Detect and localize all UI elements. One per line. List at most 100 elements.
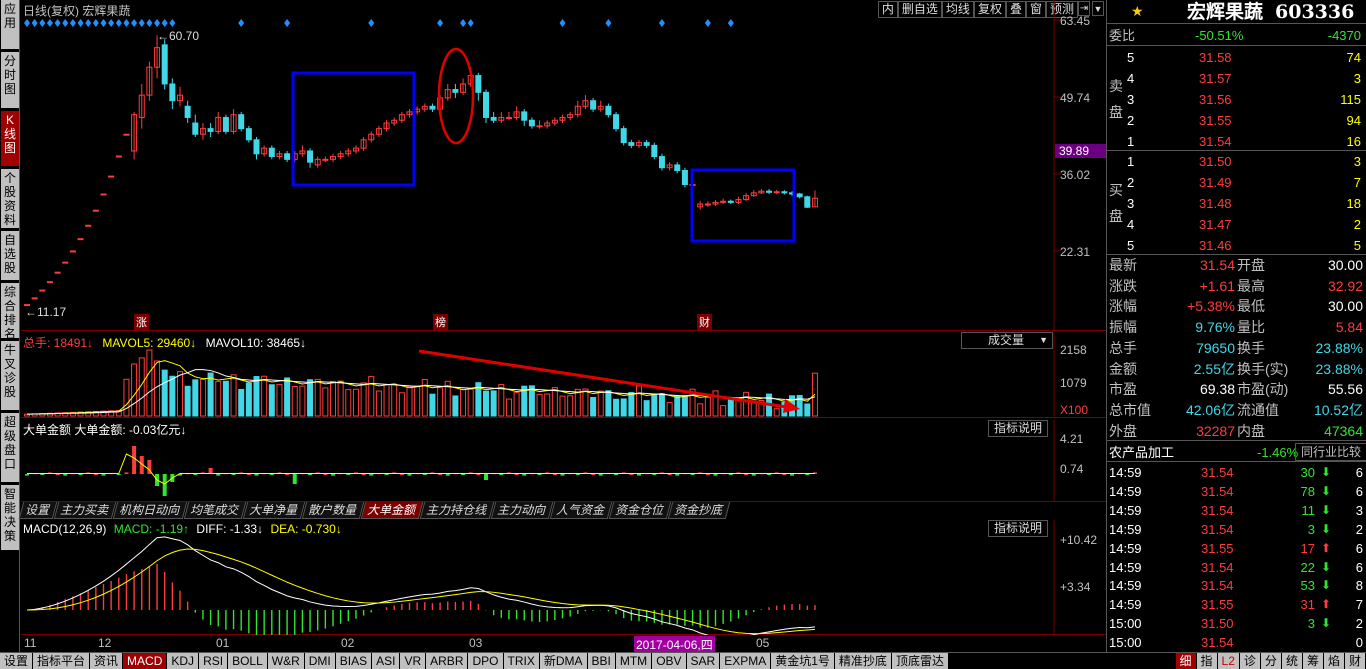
buy-row-2[interactable]: 2 31.49 7 (1125, 172, 1366, 193)
indicator-tab-6[interactable]: BOLL (228, 653, 268, 669)
candle-body (727, 200, 734, 203)
low-price-mark: ←11.17 (25, 305, 67, 319)
sell-row-1[interactable]: 1 31.54 16 (1125, 131, 1366, 152)
sell-row-4[interactable]: 4 31.57 3 (1125, 68, 1366, 89)
quote-value: 79650 (1196, 339, 1235, 356)
left-tab-3[interactable]: 个股资料 (1, 169, 19, 229)
indicator-tab-9[interactable]: BIAS (335, 653, 373, 669)
buy-row-3[interactable]: 3 31.48 18 (1125, 193, 1366, 214)
candle-body (31, 297, 38, 300)
indicator-tab-2[interactable]: 资讯 (90, 653, 124, 669)
left-tab-8[interactable]: 智能决策 (1, 485, 19, 551)
indicator-tab-10[interactable]: ASI (372, 653, 401, 669)
industry-compare-button[interactable]: 同行业比较 (1294, 443, 1366, 461)
right-panel-tab-5[interactable]: 统 (1281, 653, 1303, 669)
indicator-tab-13[interactable]: DPO (468, 653, 504, 669)
right-panel-tab-0[interactable]: 细 (1175, 653, 1197, 669)
volume-panel[interactable]: 总手: 18491↓ MAVOL5: 29460↓ MAVOL10: 38465… (21, 332, 1106, 418)
indicator-tab-19[interactable]: SAR (686, 653, 721, 669)
sell-row-5[interactable]: 5 31.58 74 (1125, 47, 1366, 68)
left-tab-4[interactable]: 自选股 (1, 231, 19, 281)
indicator-tab-22[interactable]: 精准抄底 (834, 653, 892, 669)
fund-tab-11[interactable]: 资金抄底 (667, 502, 731, 519)
indicator-tab-14[interactable]: TRIX (503, 653, 540, 669)
quote-value: 55.56 (1327, 381, 1363, 398)
left-tab-5[interactable]: 综合排名 (1, 283, 19, 339)
signal-diamond-icon (100, 19, 107, 27)
buy-row-1[interactable]: 1 31.50 3 (1125, 151, 1366, 172)
indicator-tab-11[interactable]: VR (400, 653, 427, 669)
bigorder-bar (269, 474, 274, 475)
candle-body (483, 91, 489, 118)
candle-body (62, 261, 69, 264)
fund-tab-2[interactable]: 机构日动向 (112, 502, 188, 519)
tick-count: 6 (1355, 483, 1363, 499)
right-panel-tab-2[interactable]: L2 (1217, 653, 1240, 669)
left-tab-6[interactable]: 牛叉诊股 (1, 341, 19, 411)
favorite-star-icon[interactable]: ★ (1131, 1, 1144, 22)
bigorder-panel[interactable]: 大单金额 大单金额: -0.03亿元↓ 指标说明 4.21 0.74 (21, 420, 1106, 502)
quote-label: 金额 (1109, 360, 1137, 377)
right-panel-tab-4[interactable]: 分 (1260, 653, 1282, 669)
tick-count: 8 (1355, 578, 1363, 594)
indicator-tab-23[interactable]: 顶底雷达 (891, 653, 949, 669)
fund-tab-4[interactable]: 大单净量 (242, 502, 306, 519)
fund-tab-1[interactable]: 主力买卖 (53, 502, 117, 519)
buy-row-4[interactable]: 4 31.47 2 (1125, 214, 1366, 235)
fund-indicator-tabs: 设置 主力买卖 机构日动向 均笔成交 大单净量 散户数量 大单金额 主力持仓线 主力动向 人气资金… (18, 502, 1106, 519)
indicator-tab-8[interactable]: DMI (304, 653, 336, 669)
sector-name[interactable]: 农产品加工 (1109, 442, 1174, 463)
left-tab-2[interactable]: K线图 (1, 111, 19, 167)
indicator-tab-15[interactable]: 新DMA (539, 653, 588, 669)
fund-tab-9[interactable]: 人气资金 (549, 502, 613, 519)
right-panel-tab-7[interactable]: 焰 (1323, 653, 1345, 669)
indicator-tab-17[interactable]: MTM (615, 653, 653, 669)
fund-tab-5[interactable]: 散户数量 (301, 502, 365, 519)
macd-panel[interactable]: MACD(12,26,9) MACD: -1.19↑ DIFF: -1.33↓ … (21, 520, 1106, 635)
quote-label: 总市值 (1109, 401, 1151, 418)
right-panel-tab-6[interactable]: 筹 (1302, 653, 1324, 669)
right-panel-tab-3[interactable]: 诊 (1239, 653, 1261, 669)
fund-tab-7[interactable]: 主力持仓线 (419, 502, 495, 519)
indicator-tab-20[interactable]: EXPMA (720, 653, 772, 669)
buy-row-5[interactable]: 5 31.46 5 (1125, 235, 1366, 256)
right-panel-tab-1[interactable]: 指 (1196, 653, 1218, 669)
sell-row-2[interactable]: 2 31.55 94 (1125, 110, 1366, 131)
indicator-tab-3[interactable]: MACD (123, 653, 168, 669)
signal-diamond-icon (460, 19, 467, 27)
indicator-tab-16[interactable]: BBI (587, 653, 616, 669)
indicator-tab-5[interactable]: RSI (199, 653, 229, 669)
event-mark-limit-up[interactable]: 涨 (134, 314, 149, 330)
bigorder-bar (101, 474, 106, 476)
sell-book: 卖盘 5 31.58 74 4 31.57 3 3 31.56 115 2 31.55 94 1 31.5… (1107, 47, 1366, 151)
left-tab-0[interactable]: 应用 (1, 0, 19, 50)
fund-tab-10[interactable]: 资金仓位 (608, 502, 672, 519)
kline-panel[interactable]: 日线(复权) 宏辉果蔬 内删自选 均线 复权叠窗预测 ⇥ ▼ 63.45 49.74… (21, 0, 1106, 331)
indicator-tab-0[interactable]: 设置 (0, 653, 34, 669)
fund-tab-3[interactable]: 均笔成交 (183, 502, 247, 519)
stock-header: ★ 宏辉果蔬 603336 (1107, 0, 1366, 24)
arrow-down-icon: ⬇ (1320, 465, 1331, 479)
quote-row-2: 涨幅 +5.38% 最低 30.00 (1107, 296, 1366, 317)
sell-row-3[interactable]: 3 31.56 115 (1125, 89, 1366, 110)
indicator-tab-4[interactable]: KDJ (167, 653, 200, 669)
indicator-tab-21[interactable]: 黄金坑1号 (771, 653, 835, 669)
sector-row: 农产品加工 -1.46% 同行业比较 (1107, 442, 1366, 462)
fund-tab-0[interactable]: 设置 (18, 502, 58, 519)
right-panel-tab-8[interactable]: 财 (1344, 653, 1366, 669)
volume-bar (582, 388, 589, 417)
bottom-spacer (948, 653, 1176, 669)
event-mark-finance[interactable]: 财 (697, 314, 712, 330)
buy-level: 4 (1127, 217, 1135, 232)
indicator-tab-12[interactable]: ARBR (426, 653, 469, 669)
left-tab-7[interactable]: 超级盘口 (1, 413, 19, 483)
event-mark-list[interactable]: 榜 (433, 314, 448, 330)
indicator-tab-7[interactable]: W&R (267, 653, 305, 669)
indicator-tab-1[interactable]: 指标平台 (33, 653, 91, 669)
fund-tab-6[interactable]: 大单金额 (360, 502, 424, 519)
left-tab-1[interactable]: 分时图 (1, 52, 19, 109)
bigorder-line (27, 453, 815, 485)
bigorder-bar (361, 474, 366, 475)
indicator-tab-18[interactable]: OBV (652, 653, 687, 669)
fund-tab-8[interactable]: 主力动向 (490, 502, 554, 519)
